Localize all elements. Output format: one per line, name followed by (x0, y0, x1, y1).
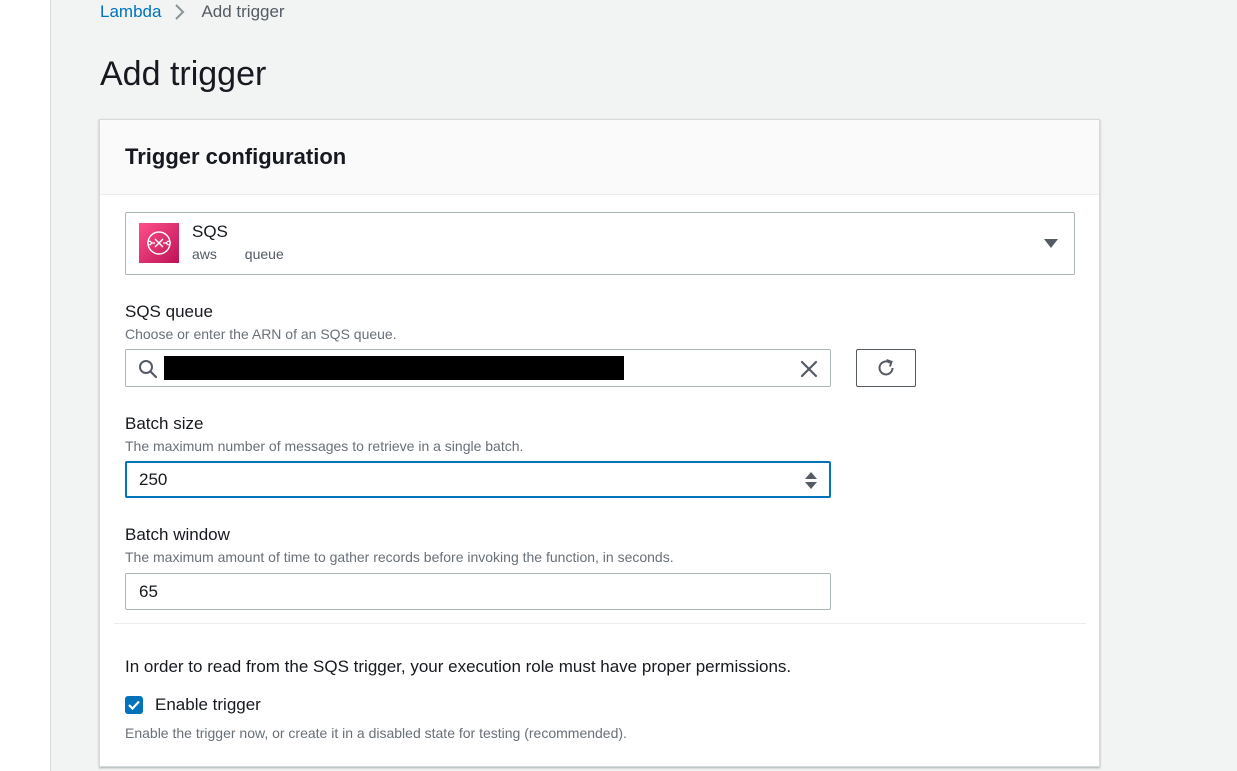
checkmark-icon (128, 700, 140, 711)
sqs-queue-input[interactable] (125, 349, 831, 387)
sqs-queue-label: SQS queue (125, 302, 213, 321)
batch-size-label: Batch size (125, 414, 204, 433)
sqs-queue-arn-redacted[interactable] (164, 356, 624, 380)
batch-window-description: The maximum amount of time to gather rec… (125, 549, 674, 565)
breadcrumb-current: Add trigger (201, 2, 285, 21)
search-icon (137, 358, 159, 380)
page-title: Add trigger (100, 55, 267, 93)
trigger-source-select[interactable]: SQS aws queue (125, 212, 1075, 275)
enable-trigger-checkbox[interactable] (125, 696, 143, 714)
trigger-configuration-panel: Trigger configuration SQS aws queue SQS … (99, 119, 1100, 767)
sqs-icon (139, 223, 179, 263)
batch-window-label: Batch window (125, 525, 230, 544)
batch-window-value: 65 (139, 582, 158, 601)
divider (114, 623, 1086, 624)
batch-size-value: 250 (139, 470, 168, 489)
number-stepper[interactable] (805, 472, 817, 490)
decrement-arrow-icon[interactable] (805, 482, 817, 489)
panel-title: Trigger configuration (125, 144, 347, 169)
caret-down-icon (1044, 239, 1058, 248)
chevron-right-icon (169, 2, 191, 22)
batch-size-description: The maximum number of messages to retrie… (125, 438, 524, 454)
batch-size-input[interactable]: 250 (125, 461, 831, 498)
refresh-button[interactable] (856, 349, 916, 387)
source-tag: queue (244, 246, 284, 262)
enable-trigger-description: Enable the trigger now, or create it in … (125, 725, 627, 741)
side-navigation-strip (0, 0, 51, 771)
sqs-queue-description: Choose or enter the ARN of an SQS queue. (125, 326, 397, 342)
breadcrumb: Lambda Add trigger (100, 2, 285, 22)
refresh-icon (878, 359, 894, 376)
panel-header: Trigger configuration (100, 120, 1099, 195)
source-tag: aws (192, 246, 217, 262)
enable-trigger-label[interactable]: Enable trigger (155, 695, 261, 715)
batch-window-input[interactable]: 65 (125, 573, 831, 610)
increment-arrow-icon[interactable] (805, 472, 817, 479)
close-icon[interactable] (798, 358, 820, 380)
permission-note: In order to read from the SQS trigger, y… (125, 657, 792, 676)
breadcrumb-link-lambda[interactable]: Lambda (100, 2, 161, 22)
source-tags: aws queue (192, 245, 284, 263)
source-name: SQS (192, 222, 228, 241)
